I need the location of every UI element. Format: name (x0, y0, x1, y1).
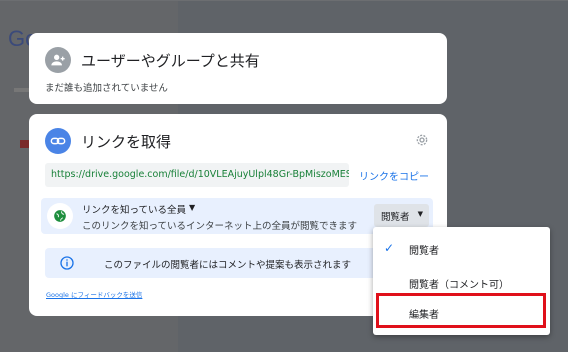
info-text: このファイルの閲覧者にはコメントや提案も表示されます (104, 260, 352, 271)
get-link-title: リンクを取得 (81, 133, 172, 151)
role-dropdown-label: 閲覧者 (381, 212, 410, 223)
chevron-down-icon[interactable]: ▼ (189, 203, 195, 212)
copy-link-button[interactable]: リンクをコピー (359, 168, 429, 183)
share-title: ユーザーやグループと共有 (81, 52, 260, 70)
role-dropdown-button[interactable]: 閲覧者 ▼ (374, 204, 429, 227)
globe-icon (47, 203, 73, 229)
access-description: このリンクを知っているインターネット上の全員が閲覧できます (82, 221, 358, 232)
editor-highlight-box (376, 293, 546, 328)
role-option-viewer[interactable]: ✓ 閲覧者 (373, 233, 550, 263)
share-subtitle: まだ誰も追加されていません (45, 83, 168, 94)
link-icon (45, 128, 71, 154)
chevron-down-icon: ▼ (417, 210, 423, 218)
checkmark-icon: ✓ (384, 241, 395, 255)
share-card: ユーザーやグループと共有 まだ誰も追加されていません (29, 33, 447, 104)
feedback-link[interactable]: Google にフィードバックを送信 (46, 289, 142, 299)
background-rule (0, 0, 568, 1)
link-url-field[interactable]: https://drive.google.com/file/d/10VLEAju… (45, 163, 349, 187)
role-option-label: 閲覧者（コメント可） (409, 280, 509, 291)
info-icon (59, 255, 75, 271)
role-option-label: 閲覧者 (409, 246, 439, 257)
gear-icon[interactable] (414, 132, 430, 148)
person-add-icon (45, 47, 71, 73)
access-scope-dropdown[interactable]: リンクを知っている全員 (82, 202, 186, 216)
